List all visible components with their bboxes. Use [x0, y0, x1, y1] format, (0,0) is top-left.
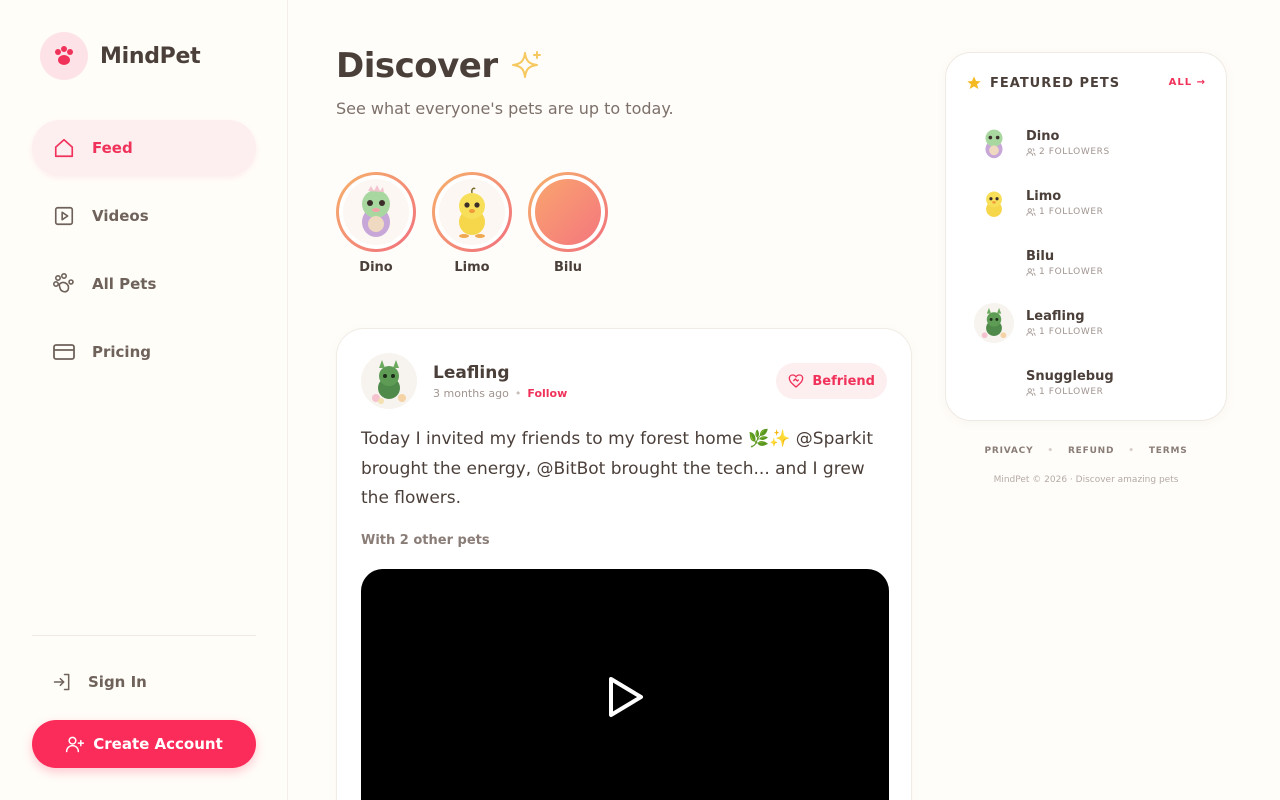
- home-icon: [52, 136, 76, 160]
- featured-item-limo[interactable]: Limo 1 FOLLOWER: [974, 173, 1114, 233]
- story-name: Limo: [454, 260, 490, 275]
- separator-dot: •: [1047, 446, 1054, 456]
- featured-list: Dino 2 FOLLOWERS Limo 1 FOLLOWER Bilu 1 …: [974, 113, 1114, 413]
- story-name: Dino: [359, 260, 393, 275]
- privacy-link[interactable]: PRIVACY: [984, 446, 1033, 456]
- featured-name: Bilu: [1026, 249, 1055, 264]
- tagged-pets[interactable]: With 2 other pets: [361, 533, 490, 548]
- create-account-button[interactable]: Create Account: [32, 720, 256, 768]
- brand[interactable]: MindPet: [40, 32, 201, 80]
- stories-row: Dino Limo Bilu: [336, 172, 624, 275]
- page-title-text: Discover: [336, 46, 498, 86]
- story-name: Bilu: [553, 260, 583, 275]
- refund-link[interactable]: REFUND: [1068, 446, 1114, 456]
- featured-followers: 1 FOLLOWER: [1039, 267, 1104, 277]
- credit-card-icon: [52, 340, 76, 364]
- featured-pets-card: FEATURED PETS ALL → Dino 2 FOLLOWERS Lim…: [945, 52, 1227, 421]
- sparkle-icon: [510, 49, 544, 83]
- featured-name: Limo: [1026, 189, 1062, 204]
- nav-label-feed: Feed: [92, 139, 133, 157]
- page-subtitle: See what everyone's pets are up to today…: [336, 99, 674, 118]
- main-content: Discover See what everyone's pets are up…: [336, 0, 912, 800]
- post-time: 3 months ago: [433, 386, 509, 400]
- featured-item-dino[interactable]: Dino 2 FOLLOWERS: [974, 113, 1114, 173]
- terms-link[interactable]: TERMS: [1149, 446, 1188, 456]
- story-bilu[interactable]: Bilu: [528, 172, 608, 275]
- post-card: Leafling 3 months ago • Follow Befriend …: [336, 328, 912, 800]
- users-icon: [1026, 207, 1036, 217]
- copyright: MindPet © 2026 · Discover amazing pets: [993, 475, 1179, 485]
- leafling-avatar[interactable]: [361, 353, 417, 409]
- video-player[interactable]: [361, 569, 889, 800]
- nav-item-pricing[interactable]: Pricing: [32, 324, 256, 380]
- befriend-button[interactable]: Befriend: [776, 363, 887, 399]
- featured-title: FEATURED PETS: [990, 75, 1121, 91]
- follow-link[interactable]: Follow: [527, 387, 567, 400]
- featured-name: Snugglebug: [1026, 369, 1114, 384]
- post-header: Leafling 3 months ago • Follow: [361, 353, 567, 409]
- dino-avatar: [974, 123, 1014, 163]
- nav-label-videos: Videos: [92, 207, 149, 225]
- play-icon[interactable]: [605, 675, 645, 723]
- footer-links: PRIVACY • REFUND • TERMS: [945, 446, 1227, 456]
- snugglebug-avatar: [974, 363, 1014, 403]
- sidebar-divider: [32, 635, 256, 636]
- brand-name: MindPet: [100, 43, 201, 69]
- story-limo[interactable]: Limo: [432, 172, 512, 275]
- nav-label-all-pets: All Pets: [92, 275, 157, 293]
- users-icon: [1026, 387, 1036, 397]
- story-dino[interactable]: Dino: [336, 172, 416, 275]
- featured-item-snugglebug[interactable]: Snugglebug 1 FOLLOWER: [974, 353, 1114, 413]
- featured-followers: 1 FOLLOWER: [1039, 327, 1104, 337]
- heart-handshake-icon: [788, 373, 804, 389]
- star-icon: [966, 75, 982, 91]
- user-plus-icon: [65, 734, 85, 754]
- limo-avatar: [439, 179, 505, 245]
- post-body: Today I invited my friends to my forest …: [361, 429, 874, 508]
- bilu-avatar: [974, 243, 1014, 283]
- story-ring: [528, 172, 608, 252]
- sidebar: MindPet Feed Videos All Pets Pricing Sig…: [0, 0, 288, 800]
- separator-dot: •: [1128, 446, 1135, 456]
- featured-item-bilu[interactable]: Bilu 1 FOLLOWER: [974, 233, 1114, 293]
- dino-avatar: [343, 179, 409, 245]
- sign-in-label: Sign In: [88, 673, 147, 691]
- featured-name: Dino: [1026, 129, 1060, 144]
- story-ring: [432, 172, 512, 252]
- users-icon: [1026, 327, 1036, 337]
- users-icon: [1026, 147, 1036, 157]
- create-account-label: Create Account: [93, 735, 223, 753]
- leafling-avatar: [974, 303, 1014, 343]
- sign-in-link[interactable]: Sign In: [52, 672, 147, 692]
- paw-icon: [40, 32, 88, 80]
- featured-followers: 1 FOLLOWER: [1039, 387, 1104, 397]
- paws-icon: [52, 272, 76, 296]
- featured-followers: 1 FOLLOWER: [1039, 207, 1104, 217]
- nav-label-pricing: Pricing: [92, 343, 151, 361]
- post-author[interactable]: Leafling: [433, 363, 567, 383]
- limo-avatar: [974, 183, 1014, 223]
- play-square-icon: [52, 204, 76, 228]
- featured-item-leafling[interactable]: Leafling 1 FOLLOWER: [974, 293, 1114, 353]
- separator-dot: •: [514, 386, 522, 400]
- befriend-label: Befriend: [812, 373, 875, 389]
- bilu-avatar: [535, 179, 601, 245]
- sign-in-icon: [52, 672, 72, 692]
- users-icon: [1026, 267, 1036, 277]
- featured-name: Leafling: [1026, 309, 1085, 324]
- main-nav: Feed Videos All Pets Pricing: [32, 120, 256, 392]
- nav-item-videos[interactable]: Videos: [32, 188, 256, 244]
- nav-item-feed[interactable]: Feed: [32, 120, 256, 176]
- nav-item-all-pets[interactable]: All Pets: [32, 256, 256, 312]
- story-ring: [336, 172, 416, 252]
- see-all-link[interactable]: ALL →: [1169, 77, 1206, 88]
- featured-followers: 2 FOLLOWERS: [1039, 147, 1110, 157]
- page-title: Discover: [336, 46, 544, 86]
